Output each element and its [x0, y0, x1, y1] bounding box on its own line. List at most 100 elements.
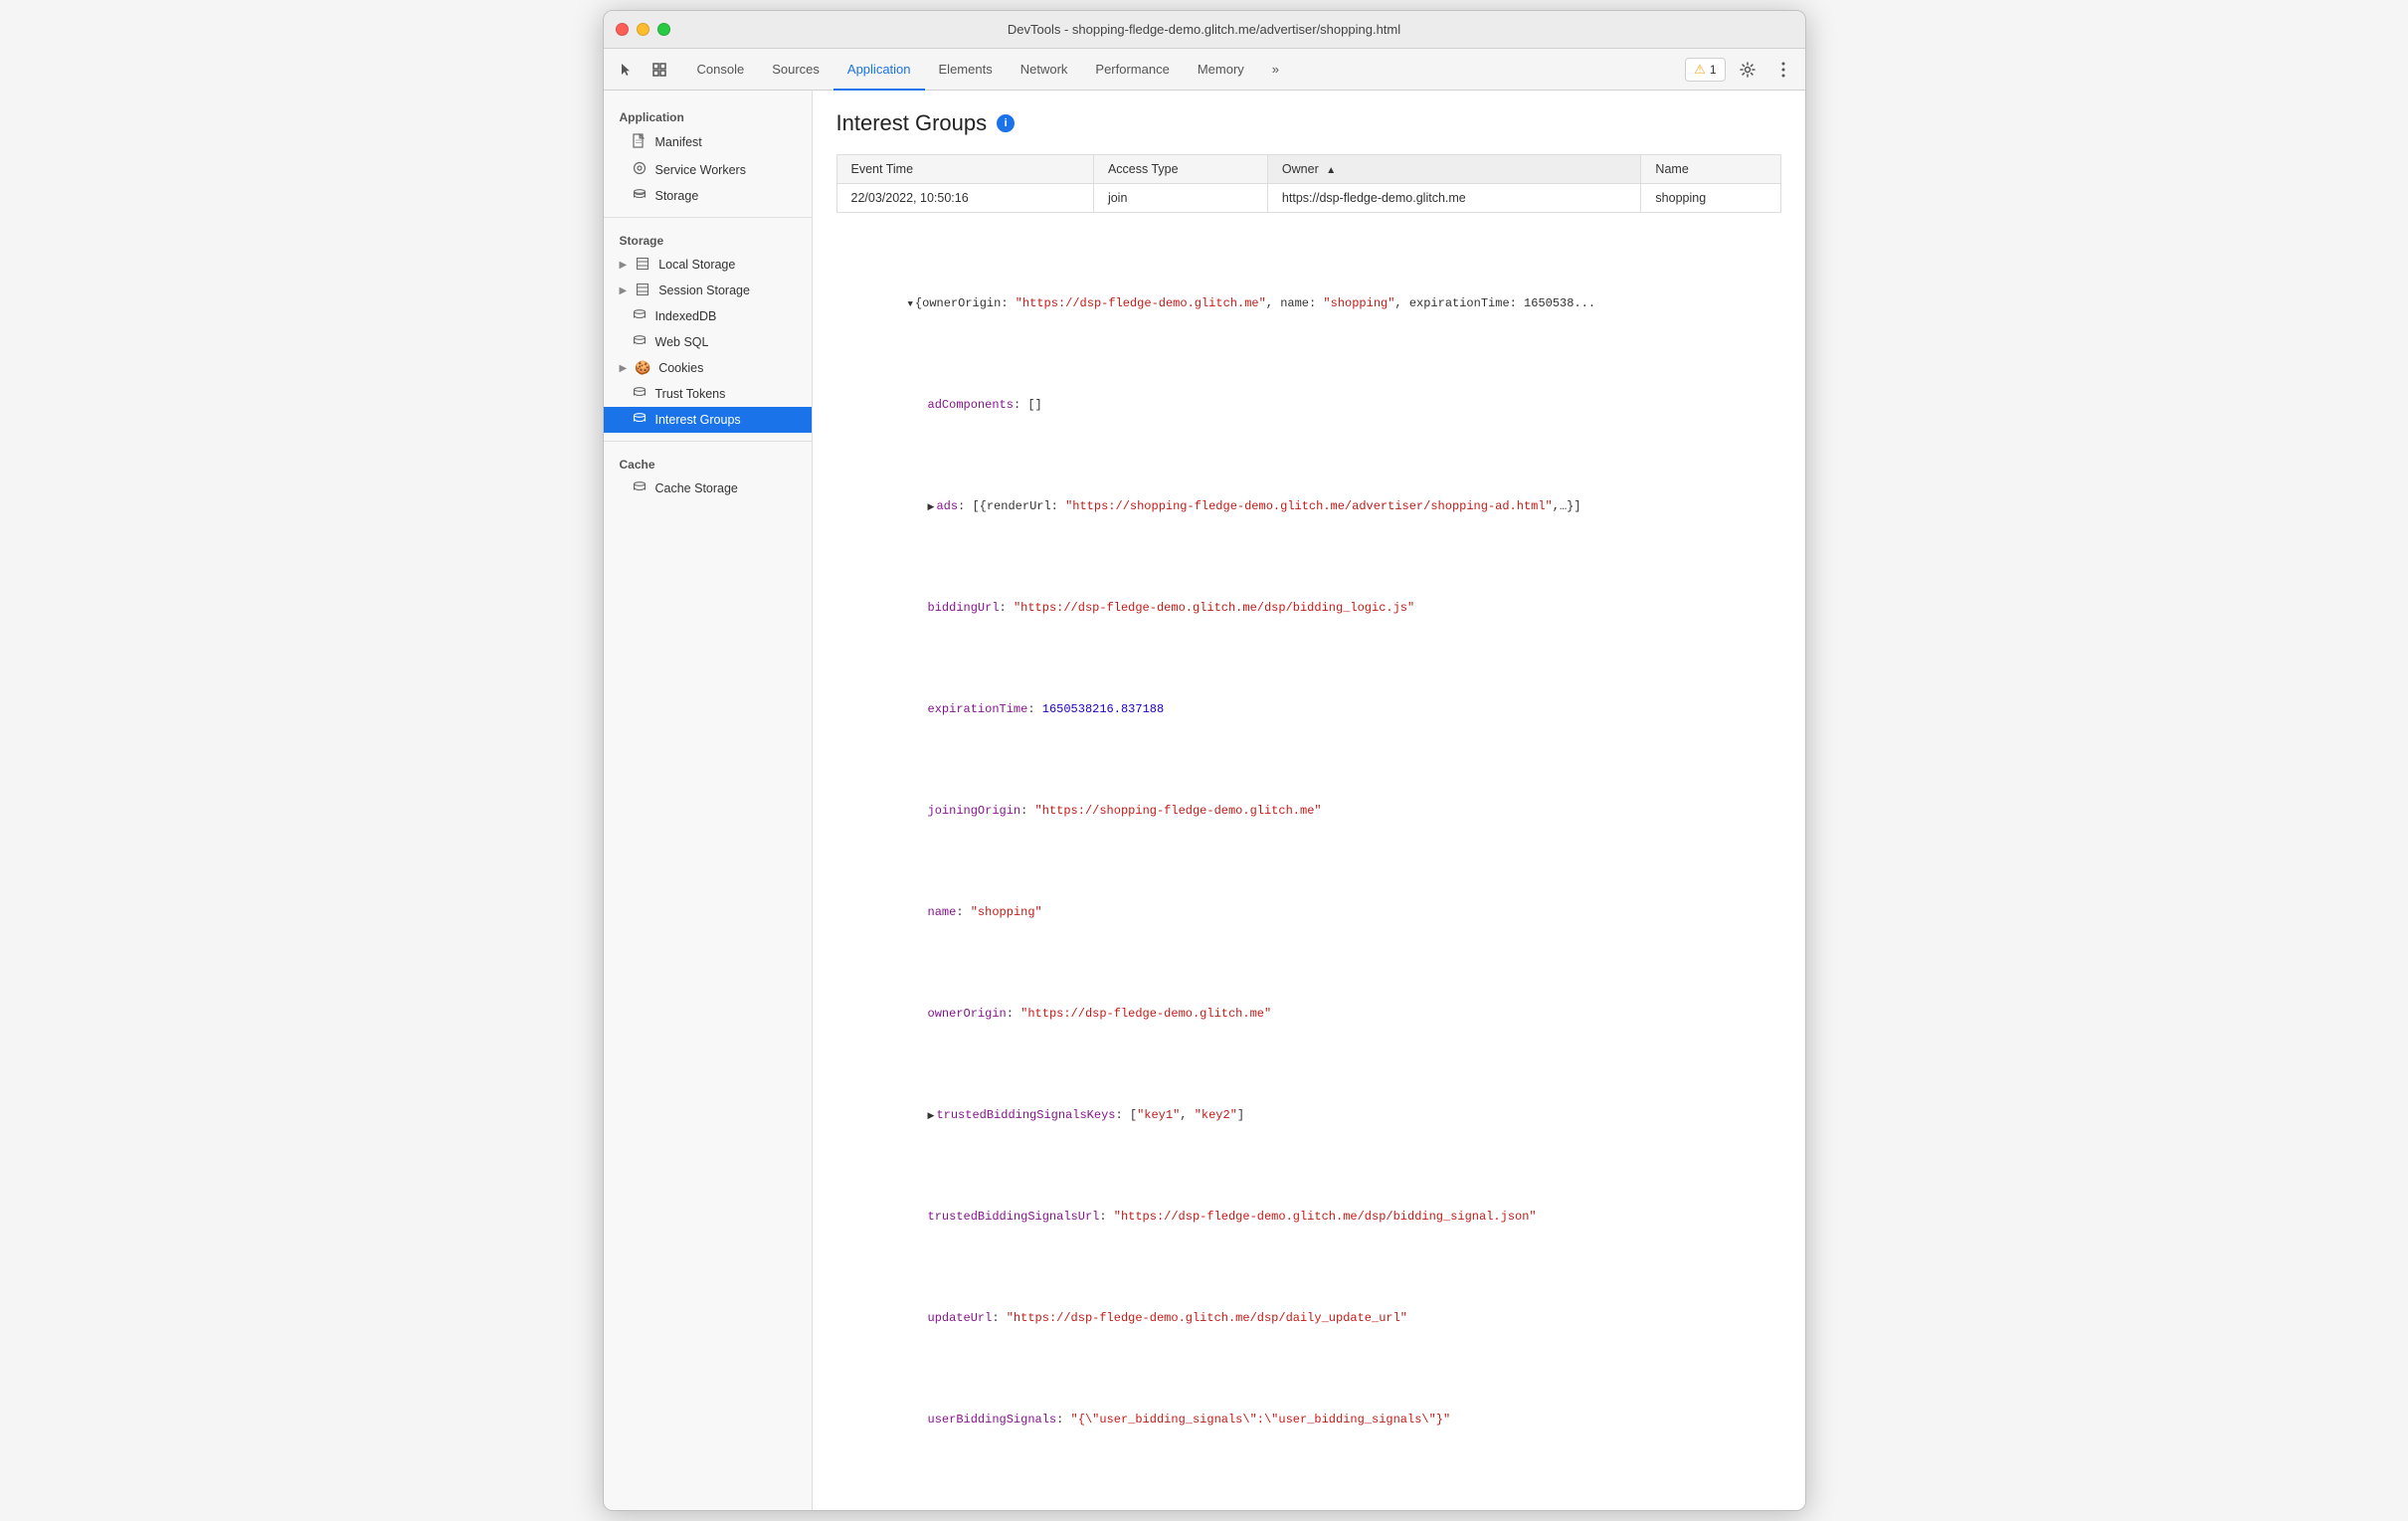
trust-tokens-icon: [632, 386, 648, 402]
json-updateurl-line: updateUrl: "https://dsp-fledge-demo.glit…: [836, 1287, 1781, 1348]
sidebar-item-storage[interactable]: Storage: [604, 183, 812, 209]
close-button[interactable]: [616, 23, 629, 36]
main-layout: Application Manifest: [604, 91, 1805, 1510]
page-title: Interest Groups: [836, 110, 988, 136]
table-row[interactable]: 22/03/2022, 10:50:16 join https://dsp-fl…: [836, 184, 1780, 213]
sidebar-item-cookies[interactable]: ▶ 🍪 Cookies: [604, 355, 812, 381]
sidebar-item-local-storage-label: Local Storage: [658, 258, 735, 272]
sidebar: Application Manifest: [604, 91, 813, 1510]
info-icon[interactable]: i: [997, 114, 1015, 132]
tab-application[interactable]: Application: [834, 50, 925, 91]
sidebar-item-session-storage[interactable]: ▶ Session Storage: [604, 278, 812, 303]
indexeddb-icon: [632, 308, 648, 324]
warning-badge[interactable]: ⚠ 1: [1685, 58, 1725, 82]
more-options-button[interactable]: [1769, 56, 1797, 84]
interest-groups-table: Event Time Access Type Owner ▲ Name 22/0…: [836, 154, 1781, 213]
json-ads-triangle[interactable]: [928, 496, 935, 516]
sort-arrow-owner: ▲: [1326, 165, 1336, 176]
cookies-chevron: ▶: [620, 363, 628, 374]
warning-icon: ⚠: [1694, 62, 1706, 78]
cache-storage-icon: [632, 480, 648, 496]
sidebar-item-interest-groups-label: Interest Groups: [655, 413, 741, 427]
web-sql-icon: [632, 334, 648, 350]
sidebar-item-web-sql-label: Web SQL: [655, 335, 709, 349]
table-header-row: Event Time Access Type Owner ▲ Name: [836, 155, 1780, 184]
tab-console[interactable]: Console: [683, 50, 759, 91]
cell-event-time: 22/03/2022, 10:50:16: [836, 184, 1093, 213]
json-viewer: {ownerOrigin: "https://dsp-fledge-demo.g…: [836, 233, 1781, 1490]
json-trustedbiddingsignalskeys-line[interactable]: trustedBiddingSignalsKeys: ["key1", "key…: [836, 1084, 1781, 1145]
settings-button[interactable]: [1734, 56, 1761, 84]
json-ownerorigin-line: ownerOrigin: "https://dsp-fledge-demo.gl…: [836, 983, 1781, 1044]
sidebar-item-manifest[interactable]: Manifest: [604, 128, 812, 156]
json-expirationtime-line: expirationTime: 1650538216.837188: [836, 679, 1781, 740]
session-storage-chevron: ▶: [620, 285, 628, 296]
session-storage-icon: [635, 283, 650, 298]
cell-owner: https://dsp-fledge-demo.glitch.me: [1267, 184, 1641, 213]
tab-memory[interactable]: Memory: [1184, 50, 1258, 91]
json-joiningorigin-line: joiningOrigin: "https://shopping-fledge-…: [836, 781, 1781, 842]
toolbar-icons: [612, 56, 673, 84]
tab-performance[interactable]: Performance: [1081, 50, 1183, 91]
tab-more[interactable]: »: [1258, 50, 1293, 91]
sidebar-item-indexeddb-label: IndexedDB: [655, 309, 717, 323]
page-header: Interest Groups i: [836, 110, 1781, 136]
sidebar-item-trust-tokens[interactable]: Trust Tokens: [604, 381, 812, 407]
titlebar: DevTools - shopping-fledge-demo.glitch.m…: [604, 11, 1805, 49]
col-name[interactable]: Name: [1641, 155, 1780, 184]
sidebar-section-application: Application: [604, 102, 812, 128]
local-storage-chevron: ▶: [620, 260, 628, 271]
cell-name: shopping: [1641, 184, 1780, 213]
window-title: DevTools - shopping-fledge-demo.glitch.m…: [1008, 22, 1400, 37]
sidebar-item-local-storage[interactable]: ▶ Local Storage: [604, 252, 812, 278]
cursor-icon[interactable]: [612, 56, 640, 84]
json-biddingurl-line: biddingUrl: "https://dsp-fledge-demo.gli…: [836, 578, 1781, 639]
sidebar-section-storage: Storage: [604, 226, 812, 252]
service-workers-icon: [632, 161, 648, 178]
cell-access-type: join: [1093, 184, 1267, 213]
cookies-icon: 🍪: [635, 360, 650, 376]
col-access-type[interactable]: Access Type: [1093, 155, 1267, 184]
toolbar-right: ⚠ 1: [1685, 56, 1796, 84]
json-trusted-keys-triangle[interactable]: [928, 1105, 935, 1125]
sidebar-item-manifest-label: Manifest: [655, 135, 702, 149]
warning-count: 1: [1710, 63, 1717, 77]
json-root-line[interactable]: {ownerOrigin: "https://dsp-fledge-demo.g…: [836, 274, 1781, 334]
tab-elements[interactable]: Elements: [925, 50, 1007, 91]
sidebar-item-web-sql[interactable]: Web SQL: [604, 329, 812, 355]
sidebar-item-cache-storage-label: Cache Storage: [655, 481, 738, 495]
inspect-icon[interactable]: [646, 56, 673, 84]
json-adcomponents-line: adComponents: []: [836, 375, 1781, 436]
tab-network[interactable]: Network: [1007, 50, 1082, 91]
sidebar-item-storage-label: Storage: [655, 189, 699, 203]
sidebar-item-session-storage-label: Session Storage: [658, 284, 750, 297]
manifest-icon: [632, 133, 648, 151]
sidebar-item-cookies-label: Cookies: [658, 361, 703, 375]
local-storage-icon: [635, 257, 650, 273]
json-root-triangle[interactable]: [908, 293, 913, 313]
maximize-button[interactable]: [657, 23, 670, 36]
sidebar-divider-1: [604, 217, 812, 218]
sidebar-section-cache: Cache: [604, 450, 812, 475]
minimize-button[interactable]: [637, 23, 649, 36]
tab-sources[interactable]: Sources: [758, 50, 834, 91]
traffic-lights: [616, 23, 670, 36]
main-content: Interest Groups i Event Time Access Type…: [813, 91, 1805, 1510]
devtools-window: DevTools - shopping-fledge-demo.glitch.m…: [603, 10, 1806, 1511]
json-trustedbiddingsignalsurl-line: trustedBiddingSignalsUrl: "https://dsp-f…: [836, 1186, 1781, 1246]
col-owner[interactable]: Owner ▲: [1267, 155, 1641, 184]
sidebar-item-trust-tokens-label: Trust Tokens: [655, 387, 726, 401]
sidebar-item-cache-storage[interactable]: Cache Storage: [604, 475, 812, 501]
json-userbiddingsignals-line: userBiddingSignals: "{\"user_bidding_sig…: [836, 1389, 1781, 1449]
json-ads-line[interactable]: ads: [{renderUrl: "https://shopping-fled…: [836, 476, 1781, 537]
toolbar: Console Sources Application Elements Net…: [604, 49, 1805, 91]
sidebar-item-interest-groups[interactable]: Interest Groups: [604, 407, 812, 433]
sidebar-item-service-workers-label: Service Workers: [655, 163, 746, 177]
sidebar-item-indexeddb[interactable]: IndexedDB: [604, 303, 812, 329]
interest-groups-icon: [632, 412, 648, 428]
sidebar-divider-2: [604, 441, 812, 442]
col-event-time[interactable]: Event Time: [836, 155, 1093, 184]
sidebar-item-service-workers[interactable]: Service Workers: [604, 156, 812, 183]
storage-icon: [632, 188, 648, 204]
json-name-line: name: "shopping": [836, 882, 1781, 943]
